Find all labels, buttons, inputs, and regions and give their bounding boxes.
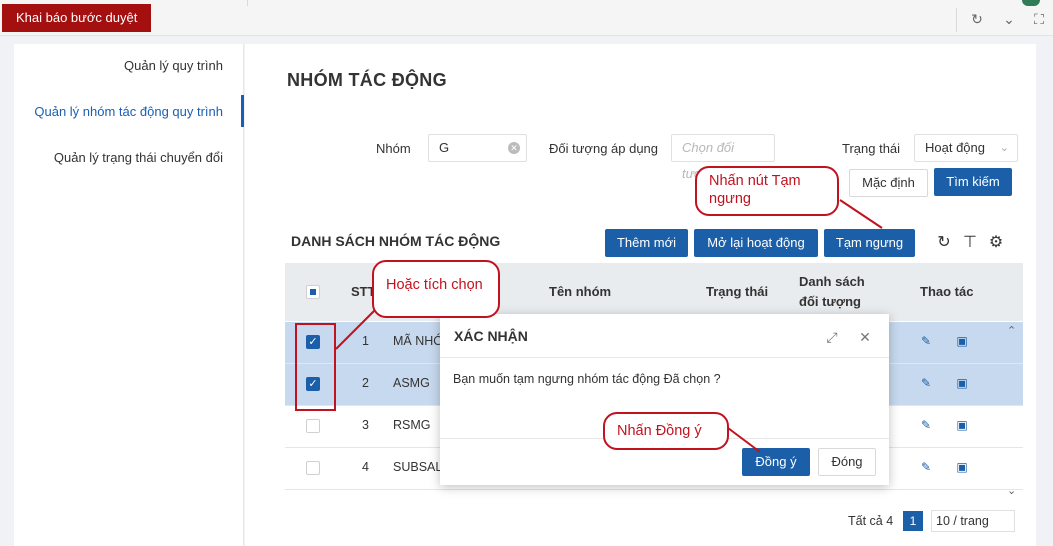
- callout-check: Hoặc tích chọn: [372, 260, 500, 318]
- annotation-arrows: [335, 199, 883, 453]
- arrow-agree: [727, 427, 761, 453]
- callout-agree: Nhấn Đồng ý: [603, 412, 729, 450]
- arrow-pause: [839, 199, 883, 229]
- arrow-check: [335, 306, 379, 350]
- callout-pause: Nhấn nút Tạm ngưng: [695, 166, 839, 216]
